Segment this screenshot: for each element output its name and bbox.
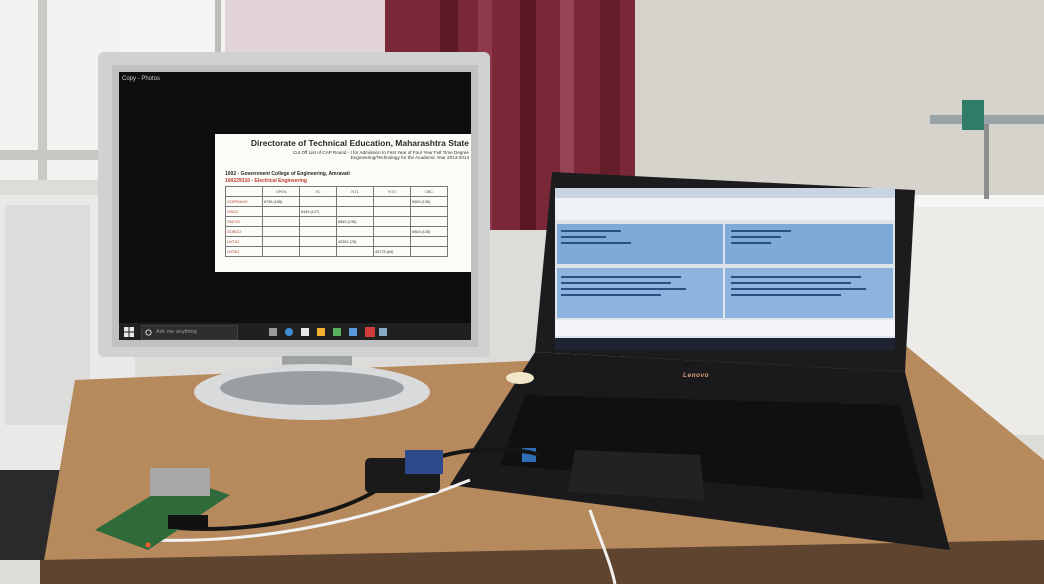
cortana-icon xyxy=(145,329,152,336)
remote-files-pane xyxy=(725,268,893,318)
table-cell xyxy=(262,206,300,217)
subtitle-line-2: Engineering/Technology for the Academic … xyxy=(350,155,469,160)
table-cell xyxy=(410,206,448,217)
table-cell xyxy=(373,236,411,247)
table-header-cell: OBC xyxy=(410,186,448,197)
table-cell: 6963 (135) xyxy=(410,196,448,207)
table-row: GOBCO 6963 (135) xyxy=(225,226,448,237)
table-cell: 42351 (78) xyxy=(336,236,374,247)
table-row: GOPENH/O 6795 (156) 6963 (135) xyxy=(225,196,448,207)
table-header-row: OPEN SC NT1 NT3 OBC xyxy=(225,186,448,197)
college-name: 1002 - Government College of Engineering… xyxy=(225,171,350,177)
file-transfer-app xyxy=(555,188,895,350)
table-cell xyxy=(373,216,411,227)
table-cell xyxy=(373,196,411,207)
table-row: LNT3O 43776 (64) xyxy=(225,246,448,257)
table-cell: 6795 (156) xyxy=(262,196,300,207)
table-cell xyxy=(299,246,337,257)
table-cell: LNT1O xyxy=(225,236,263,247)
monitor-screen: Copy - Photos Directorate of Technical E… xyxy=(119,72,471,340)
table-cell: LNT3O xyxy=(225,246,263,257)
table-cell xyxy=(262,216,300,227)
table-row: GSCO 9449 (127) xyxy=(225,206,448,217)
table-row: LNT1O 42351 (78) xyxy=(225,236,448,247)
table-header-cell: NT1 xyxy=(336,186,374,197)
table-cell xyxy=(299,196,337,207)
table-cell: GOPENH/O xyxy=(225,196,263,207)
taskbar-search-box[interactable]: Ask me anything xyxy=(141,325,238,340)
cutoff-document: Directorate of Technical Education, Maha… xyxy=(215,134,471,272)
table-header-cell: OPEN xyxy=(262,186,300,197)
taskbar-app-icons[interactable] xyxy=(269,327,389,337)
table-row: GNT1O 6963 (135) xyxy=(225,216,448,227)
table-cell xyxy=(299,226,337,237)
document-subtitle: Cut Off List of CAP Round - I for Admiss… xyxy=(293,150,469,160)
table-cell xyxy=(336,206,374,217)
table-header-cell xyxy=(225,186,263,197)
table-header-cell: SC xyxy=(299,186,337,197)
document-title: Directorate of Technical Education, Maha… xyxy=(250,138,469,148)
table-cell xyxy=(410,246,448,257)
windows-taskbar: Ask me anything xyxy=(119,323,471,340)
cutoff-table: OPEN SC NT1 NT3 OBC GOPENH/O 6795 (156) xyxy=(225,186,448,257)
table-cell xyxy=(410,236,448,247)
table-cell: GNT1O xyxy=(225,216,263,227)
table-cell: 43776 (64) xyxy=(373,246,411,257)
table-cell xyxy=(373,206,411,217)
branch-name: 100229310 - Electrical Engineering xyxy=(225,178,307,184)
table-cell xyxy=(373,226,411,237)
table-header-cell: NT3 xyxy=(373,186,411,197)
photo-scene: Copy - Photos Directorate of Technical E… xyxy=(0,0,1044,584)
lenovo-logo: Lenovo xyxy=(683,372,710,379)
table-cell: 6963 (135) xyxy=(336,216,374,227)
table-cell xyxy=(336,246,374,257)
photos-window-title: Copy - Photos xyxy=(122,76,161,82)
laptop-screen xyxy=(555,188,895,350)
table-cell xyxy=(262,246,300,257)
windows-start-icon[interactable] xyxy=(124,327,134,337)
table-cell xyxy=(336,196,374,207)
table-cell xyxy=(299,236,337,247)
local-files-pane xyxy=(557,268,723,318)
table-cell xyxy=(336,226,374,237)
table-cell: 9449 (127) xyxy=(299,206,337,217)
table-cell xyxy=(299,216,337,227)
table-cell: GOBCO xyxy=(225,226,263,237)
search-placeholder: Ask me anything xyxy=(156,329,197,335)
table-cell: GSCO xyxy=(225,206,263,217)
table-cell: 6963 (135) xyxy=(410,226,448,237)
table-cell xyxy=(262,236,300,247)
table-cell xyxy=(262,226,300,237)
table-cell xyxy=(410,216,448,227)
